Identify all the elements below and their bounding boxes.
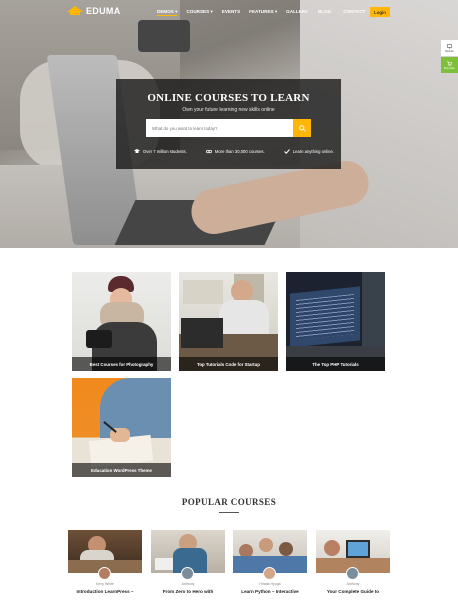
- author-avatar[interactable]: [181, 567, 194, 580]
- demos-side-widget[interactable]: Demos: [441, 40, 458, 56]
- search-icon: [298, 124, 306, 132]
- author-avatar[interactable]: [346, 567, 359, 580]
- search-button[interactable]: [293, 119, 311, 137]
- logo-text: EDUMA: [86, 6, 121, 16]
- menu-item-demos[interactable]: DEMOS ▾: [157, 9, 178, 16]
- buy-now-side-widget[interactable]: Buy Now: [441, 57, 458, 73]
- hero-title: ONLINE COURSES TO LEARN: [147, 92, 310, 104]
- category-label: Top Tutorials Code for Startup: [179, 357, 278, 371]
- category-label: The Top PHP Tutorials: [286, 357, 385, 371]
- course-card[interactable]: Hinata Hyuga Learn Python – Interactive: [233, 530, 307, 600]
- top-navigation: EDUMA DEMOS ▾ COURSES ▾ EVENTS FEATURES …: [0, 0, 458, 26]
- site-logo[interactable]: EDUMA: [67, 6, 121, 16]
- title-divider: [219, 512, 239, 513]
- popular-courses-title: POPULAR COURSES: [181, 497, 277, 507]
- category-card-php[interactable]: The Top PHP Tutorials: [286, 272, 385, 371]
- hero-features: Over 7 million students. More than 30,00…: [134, 149, 334, 154]
- feature-students: Over 7 million students.: [134, 149, 187, 154]
- graduation-cap-logo-icon: [67, 6, 83, 16]
- category-label: Education WordPress Theme: [72, 463, 171, 477]
- author-avatar[interactable]: [263, 567, 276, 580]
- course-title[interactable]: From Zero to Hero with: [151, 589, 225, 594]
- course-title[interactable]: Your Complete Guide to: [316, 589, 390, 594]
- feature-learn: Learn anything online.: [283, 149, 334, 154]
- main-menu: DEMOS ▾ COURSES ▾ EVENTS FEATURES ▾ GALL…: [157, 9, 390, 16]
- category-card-wordpress[interactable]: Education WordPress Theme: [72, 378, 171, 477]
- hero-banner: EDUMA DEMOS ▾ COURSES ▾ EVENTS FEATURES …: [0, 0, 458, 248]
- menu-item-gallery[interactable]: GALLERY: [286, 9, 308, 16]
- course-title[interactable]: Introduction LearnPress –: [68, 589, 142, 594]
- menu-item-courses[interactable]: COURSES ▾: [186, 9, 212, 16]
- buy-widget-label: Buy Now: [444, 66, 455, 70]
- category-card-photography[interactable]: Best Courses for Photography: [72, 272, 171, 371]
- course-card[interactable]: Anthony From Zero to Hero with: [151, 530, 225, 600]
- login-button[interactable]: Login: [370, 7, 390, 17]
- course-author[interactable]: Hinata Hyuga: [233, 582, 307, 586]
- course-card[interactable]: Keny White Introduction LearnPress –: [68, 530, 142, 600]
- menu-item-events[interactable]: EVENTS: [222, 9, 240, 16]
- course-search-bar: [146, 119, 311, 137]
- course-author[interactable]: Keny White: [68, 582, 142, 586]
- menu-item-features[interactable]: FEATURES ▾: [249, 9, 277, 16]
- cart-icon: [447, 60, 452, 66]
- course-author[interactable]: Anthony: [316, 582, 390, 586]
- infinity-icon: [205, 149, 212, 154]
- feature-courses: More than 30,000 courses.: [205, 149, 265, 154]
- menu-item-contact[interactable]: CONTACT: [343, 9, 365, 16]
- menu-item-blog[interactable]: BLOG: [318, 9, 331, 16]
- category-card-code-startup[interactable]: Top Tutorials Code for Startup: [179, 272, 278, 371]
- course-search-input[interactable]: [146, 119, 293, 137]
- course-author[interactable]: Anthony: [151, 582, 225, 586]
- checkmark-icon: [283, 149, 290, 154]
- course-title[interactable]: Learn Python – Interactive: [233, 589, 307, 594]
- course-card[interactable]: Anthony Your Complete Guide to: [316, 530, 390, 600]
- monitor-icon: [447, 43, 452, 48]
- hero-search-panel: ONLINE COURSES TO LEARN Own your future …: [116, 79, 341, 169]
- demos-widget-label: Demos: [445, 49, 454, 53]
- hero-subtitle: Own your future learning new skills onli…: [182, 107, 275, 113]
- category-label: Best Courses for Photography: [72, 357, 171, 371]
- graduation-cap-icon: [134, 149, 140, 153]
- author-avatar[interactable]: [98, 567, 111, 580]
